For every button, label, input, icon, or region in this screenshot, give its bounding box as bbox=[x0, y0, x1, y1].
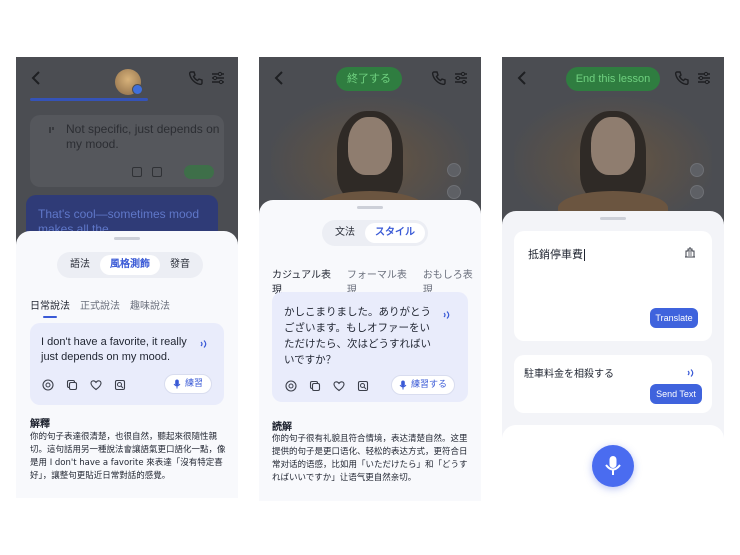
feature-tabs: 語法 風格測飾 發音 bbox=[57, 252, 203, 278]
tab-style[interactable]: 風格測飾 bbox=[100, 255, 160, 275]
explanation-title: 解釋 bbox=[30, 419, 50, 430]
copy-icon[interactable] bbox=[66, 379, 78, 391]
end-lesson-button[interactable]: 終了する bbox=[336, 67, 402, 91]
suggestion-text: I don't have a favorite, it really just … bbox=[41, 336, 187, 363]
save-search-icon[interactable] bbox=[114, 379, 126, 391]
keyboard-switch-icon[interactable] bbox=[684, 246, 696, 258]
camera-flip-icon[interactable] bbox=[447, 185, 461, 199]
copy-icon[interactable] bbox=[309, 380, 321, 392]
screen-style-japanese: 終了する 文法 スタイル カジュアル表現 フォーマル表現 おもしろ表現 かしこま… bbox=[259, 57, 481, 501]
tab-grammar[interactable]: 文法 bbox=[325, 223, 365, 243]
verified-badge-icon bbox=[132, 84, 143, 95]
suggestion-text: かしこまりました。ありがとうございます。もしオファーをいただけたら、次はどうすれ… bbox=[284, 306, 431, 366]
suggestion-actions bbox=[285, 380, 369, 392]
phone-call-icon[interactable] bbox=[188, 70, 204, 86]
subtab-fun[interactable]: 趣味說法 bbox=[130, 297, 170, 312]
settings-sliders-icon[interactable] bbox=[696, 70, 712, 86]
translate-button[interactable]: Translate bbox=[650, 308, 698, 328]
heart-icon[interactable] bbox=[333, 380, 345, 392]
home-icon[interactable] bbox=[132, 167, 142, 177]
heart-icon[interactable] bbox=[90, 379, 102, 391]
style-sheet: 文法 スタイル カジュアル表現 フォーマル表現 おもしろ表現 かしこまりました。… bbox=[259, 200, 481, 501]
back-icon[interactable] bbox=[28, 69, 46, 87]
suggestion-actions bbox=[42, 379, 126, 391]
camera-flip-icon[interactable] bbox=[690, 185, 704, 199]
style-sheet: 語法 風格測飾 發音 日常說法 正式說法 趣味說法 I don't have a… bbox=[16, 231, 238, 498]
microphone-icon bbox=[173, 379, 181, 389]
practice-label: 練習 bbox=[184, 379, 203, 389]
translation-result-text: 駐車料金を相殺する bbox=[524, 369, 614, 380]
translate-input[interactable]: 抵銷停車費 bbox=[528, 246, 585, 262]
tutor-face bbox=[348, 117, 392, 175]
progress-bar bbox=[30, 98, 148, 101]
phone-call-icon[interactable] bbox=[674, 70, 690, 86]
screen-translate: End this lesson 抵銷停車費 Translate 駐車料金を相殺す… bbox=[502, 57, 724, 501]
sheet-handle[interactable] bbox=[357, 206, 383, 209]
tab-pronunciation[interactable]: 發音 bbox=[160, 255, 200, 275]
copy-icon[interactable] bbox=[152, 167, 162, 177]
tutor-video[interactable] bbox=[271, 97, 469, 215]
phone-call-icon[interactable] bbox=[431, 70, 447, 86]
feature-tabs: 文法 スタイル bbox=[322, 220, 428, 246]
speaker-icon[interactable] bbox=[442, 310, 454, 320]
top-bar: End this lesson bbox=[502, 57, 724, 101]
tab-grammar[interactable]: 語法 bbox=[60, 255, 100, 275]
record-icon[interactable] bbox=[285, 380, 297, 392]
explanation-text: 你的句子表達很清楚，也很自然，聽起來很隨性親切。這句話用另一種說法會讓語氣更口語… bbox=[30, 432, 226, 481]
message-actions bbox=[132, 167, 162, 177]
screen-style-chinese: Not specific, just depends on my mood. T… bbox=[16, 57, 238, 498]
settings-sliders-icon[interactable] bbox=[210, 70, 226, 86]
speaker-icon[interactable] bbox=[199, 339, 211, 349]
translate-input-text: 抵銷停車費 bbox=[528, 248, 583, 261]
score-badge bbox=[184, 165, 214, 179]
settings-sliders-icon[interactable] bbox=[453, 70, 469, 86]
send-text-button[interactable]: Send Text bbox=[650, 384, 702, 404]
video-toggle-icon[interactable] bbox=[447, 163, 461, 177]
end-lesson-button[interactable]: End this lesson bbox=[566, 67, 660, 91]
practice-button[interactable]: 練習する bbox=[391, 375, 455, 395]
explanation-title: 読解 bbox=[272, 422, 292, 433]
save-search-icon[interactable] bbox=[357, 380, 369, 392]
top-bar bbox=[16, 57, 238, 101]
practice-label: 練習する bbox=[410, 380, 447, 390]
tutor-video[interactable] bbox=[514, 97, 712, 215]
quote-icon bbox=[49, 127, 54, 133]
text-caret bbox=[584, 249, 585, 261]
tutor-face bbox=[591, 117, 635, 175]
tutor-message-text: Not specific, just depends on my mood. bbox=[66, 122, 220, 151]
speaker-icon[interactable] bbox=[686, 368, 698, 378]
back-icon[interactable] bbox=[271, 69, 289, 87]
subtab-formal[interactable]: 正式說法 bbox=[80, 297, 120, 312]
style-subtabs: 日常說法 正式說法 趣味說法 bbox=[30, 297, 170, 318]
back-icon[interactable] bbox=[514, 69, 532, 87]
microphone-icon bbox=[605, 456, 621, 475]
microphone-icon bbox=[399, 380, 407, 390]
subtab-casual[interactable]: 日常說法 bbox=[30, 297, 70, 318]
sheet-handle[interactable] bbox=[600, 217, 626, 220]
explanation-text: 你的句子很有礼貌且符合情境，表达清楚自然。这里提供的句子是更口语化、轻松的表达方… bbox=[272, 434, 468, 483]
sheet-handle[interactable] bbox=[114, 237, 140, 240]
microphone-button[interactable] bbox=[592, 445, 634, 487]
practice-button[interactable]: 練習 bbox=[164, 374, 212, 394]
record-icon[interactable] bbox=[42, 379, 54, 391]
top-bar: 終了する bbox=[259, 57, 481, 101]
video-toggle-icon[interactable] bbox=[690, 163, 704, 177]
tab-style[interactable]: スタイル bbox=[365, 223, 425, 243]
